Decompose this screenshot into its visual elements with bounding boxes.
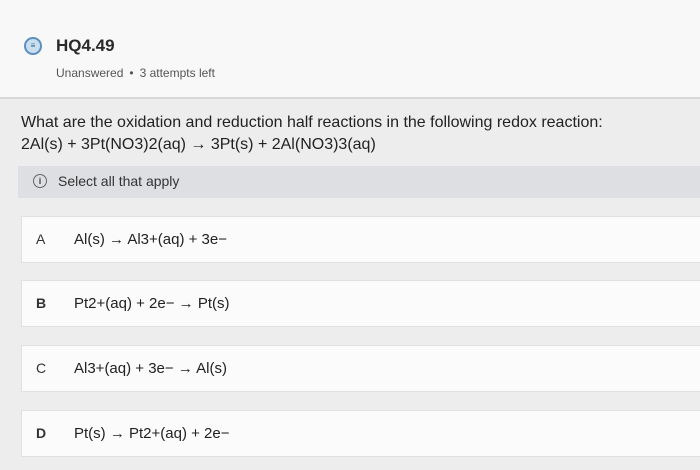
question-reaction: 2Al(s) + 3Pt(NO3)2(aq) → 3Pt(s) + 2Al(NO… (21, 136, 376, 153)
option-text: Pt2+(aq) + 2e− → Pt(s) (74, 295, 230, 312)
option-b[interactable]: B Pt2+(aq) + 2e− → Pt(s) (21, 280, 700, 327)
status-text: Unanswered (56, 66, 124, 80)
question-icon: ≡ (24, 37, 42, 55)
hint-label: Select all that apply (58, 173, 180, 189)
question-status-line: Unanswered • 3 attempts left (56, 66, 215, 80)
option-letter: B (36, 295, 47, 311)
info-icon: i (33, 174, 47, 188)
select-all-hint: i Select all that apply (18, 166, 700, 198)
option-a[interactable]: A Al(s) → Al3+(aq) + 3e− (21, 216, 700, 263)
attempts-text: 3 attempts left (139, 66, 215, 80)
header-divider (0, 97, 700, 99)
option-c[interactable]: C Al3+(aq) + 3e− → Al(s) (21, 345, 700, 392)
question-prompt: What are the oxidation and reduction hal… (21, 112, 691, 156)
option-text: Al(s) → Al3+(aq) + 3e− (74, 231, 227, 248)
option-letter: A (36, 231, 46, 247)
question-title: HQ4.49 (56, 36, 115, 55)
option-d[interactable]: D Pt(s) → Pt2+(aq) + 2e− (21, 410, 700, 457)
option-text: Al3+(aq) + 3e− → Al(s) (74, 360, 227, 377)
option-letter: D (36, 425, 47, 441)
question-prompt-text: What are the oxidation and reduction hal… (21, 114, 603, 131)
option-text: Pt(s) → Pt2+(aq) + 2e− (74, 425, 230, 442)
option-letter: C (36, 360, 47, 376)
status-separator: • (129, 66, 134, 80)
question-header: ≡ HQ4.49 Unanswered • 3 attempts left (0, 0, 700, 97)
